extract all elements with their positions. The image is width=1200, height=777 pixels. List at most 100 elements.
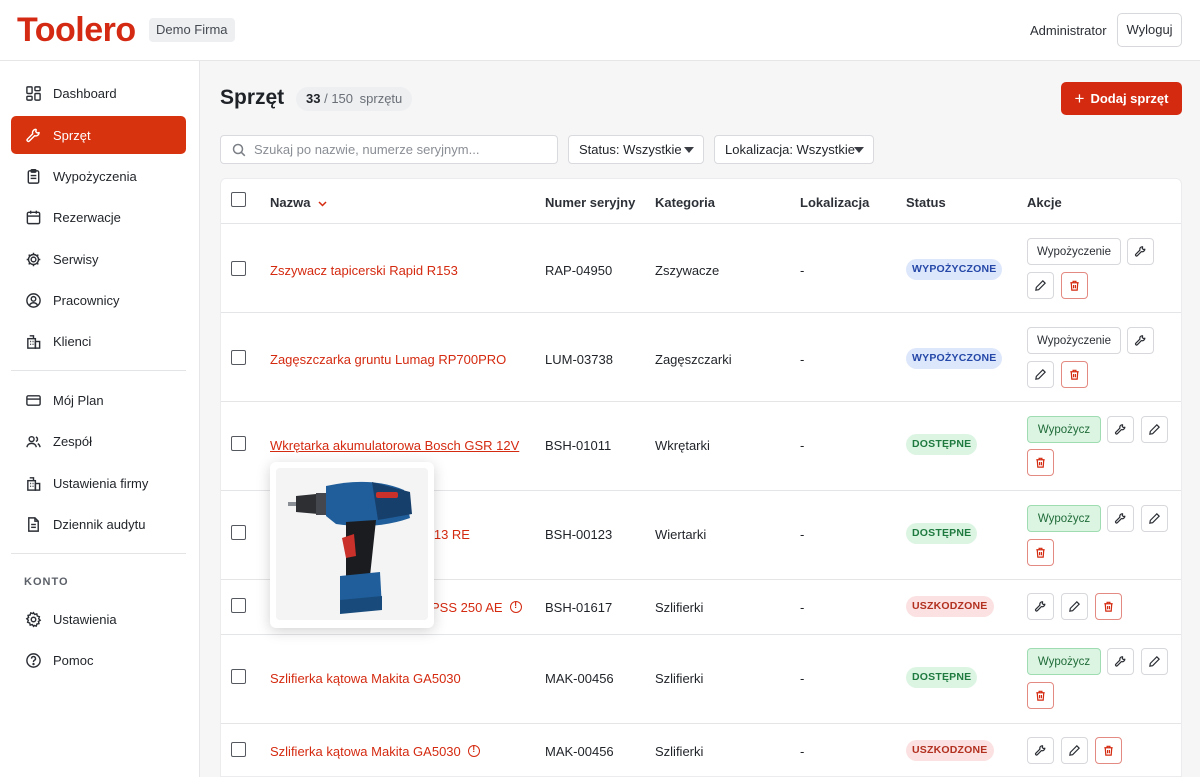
status-badge: USZKODZONE (906, 596, 994, 617)
sidebar-item-label: Pomoc (53, 652, 94, 668)
delete-button[interactable] (1061, 272, 1088, 299)
row-checkbox[interactable] (231, 598, 246, 613)
sidebar-item-label: Wypożyczenia (53, 168, 137, 184)
equipment-name-link[interactable]: Wkrętarka akumulatorowa Bosch GSR 12V (270, 438, 519, 453)
column-header-status: Status (906, 195, 946, 210)
sidebar-item-services[interactable]: Serwisy (11, 240, 186, 278)
row-checkbox[interactable] (231, 261, 246, 276)
edit-button[interactable] (1027, 272, 1054, 299)
sidebar-item-label: Serwisy (53, 251, 99, 267)
sidebar-item-label: Klienci (53, 333, 92, 349)
sidebar-item-employees[interactable]: Pracownicy (11, 281, 186, 319)
logo[interactable]: Toolero (17, 11, 136, 50)
sidebar-item-my-plan[interactable]: Mój Plan (11, 381, 186, 419)
add-equipment-button[interactable]: + Dodaj sprzęt (1061, 82, 1182, 115)
rent-button[interactable]: Wypożycz (1027, 416, 1101, 443)
delete-button[interactable] (1095, 737, 1122, 764)
service-button[interactable] (1027, 737, 1054, 764)
sidebar: Dashboard Sprzęt Wypożyczenia Rezerwacje… (0, 61, 200, 777)
sidebar-divider (11, 553, 186, 554)
delete-button[interactable] (1027, 682, 1054, 709)
help-icon (24, 651, 42, 669)
sidebar-item-reservations[interactable]: Rezerwacje (11, 198, 186, 236)
service-button[interactable] (1127, 238, 1154, 265)
search-input[interactable] (254, 142, 544, 157)
service-button[interactable] (1107, 505, 1134, 532)
row-checkbox[interactable] (231, 669, 246, 684)
location: - (800, 600, 805, 615)
select-all-checkbox[interactable] (231, 192, 246, 207)
delete-button[interactable] (1095, 593, 1122, 620)
sidebar-item-equipment[interactable]: Sprzęt (11, 116, 186, 154)
delete-button[interactable] (1027, 539, 1054, 566)
edit-button[interactable] (1141, 648, 1168, 675)
sidebar-item-label: Dziennik audytu (53, 516, 146, 532)
count-shown: 33 (306, 91, 321, 106)
service-button[interactable] (1107, 416, 1134, 443)
row-checkbox[interactable] (231, 436, 246, 451)
category: Szlifierki (655, 600, 704, 615)
status-filter[interactable]: Status: Wszystkie (568, 135, 704, 164)
edit-button[interactable] (1141, 416, 1168, 443)
row-checkbox[interactable] (231, 525, 246, 540)
section-label-account: KONTO (24, 576, 69, 588)
credit-card-icon (24, 391, 42, 409)
equipment-name-link[interactable]: Zszywacz tapicerski Rapid R153 (270, 263, 458, 278)
rent-button[interactable]: Wypożycz (1027, 648, 1101, 675)
service-button[interactable] (1027, 593, 1054, 620)
users-icon (24, 432, 42, 450)
edit-button[interactable] (1027, 361, 1054, 388)
column-header-category: Kategoria (655, 195, 715, 210)
equipment-name-link[interactable]: Szlifierka kątowa Makita GA5030 (270, 671, 461, 686)
sidebar-item-clients[interactable]: Klienci (11, 322, 186, 360)
chevron-down-icon (318, 201, 327, 207)
rent-button[interactable]: Wypożycz (1027, 505, 1101, 532)
table-row: Szlifierka kątowa Makita GA5030 MAK-0045… (221, 635, 1181, 724)
sidebar-item-team[interactable]: Zespół (11, 422, 186, 460)
clipboard-icon (24, 167, 42, 185)
equipment-image-preview (270, 462, 434, 628)
row-checkbox[interactable] (231, 742, 246, 757)
building-icon (24, 332, 42, 350)
edit-button[interactable] (1061, 593, 1088, 620)
column-header-name[interactable]: Nazwa (270, 195, 327, 210)
pencil-icon (1149, 424, 1160, 435)
sidebar-item-rentals[interactable]: Wypożyczenia (11, 157, 186, 195)
equipment-name-link[interactable]: Zagęszczarka gruntu Lumag RP700PRO (270, 352, 506, 367)
sidebar-item-audit-log[interactable]: Dziennik audytu (11, 505, 186, 543)
trash-icon (1104, 745, 1113, 756)
table-header: Nazwa Numer seryjny Kategoria Lokalizacj… (221, 179, 1181, 224)
logout-button[interactable]: Wyloguj (1117, 13, 1182, 47)
delete-button[interactable] (1027, 449, 1054, 476)
warning-icon (509, 600, 522, 613)
sidebar-item-company-settings[interactable]: Ustawienia firmy (11, 464, 186, 502)
location-filter[interactable]: Lokalizacja: Wszystkie (714, 135, 874, 164)
wrench-icon (24, 126, 42, 144)
service-button[interactable] (1107, 648, 1134, 675)
status-badge: DOSTĘPNE (906, 667, 978, 688)
edit-button[interactable] (1061, 737, 1088, 764)
status-filter-value: Status: Wszystkie (579, 142, 682, 157)
rental-details-button[interactable]: Wypożyczenie (1027, 238, 1121, 265)
sidebar-item-label: Dashboard (53, 85, 117, 101)
location: - (800, 671, 805, 686)
equipment-name-link[interactable]: PSS 250 AE (431, 600, 522, 615)
sidebar-item-label: Rezerwacje (53, 209, 121, 225)
sidebar-item-dashboard[interactable]: Dashboard (11, 74, 186, 112)
search-icon (232, 143, 246, 156)
service-button[interactable] (1127, 327, 1154, 354)
equipment-name-link[interactable]: Szlifierka kątowa Makita GA5030 (270, 744, 480, 759)
edit-button[interactable] (1141, 505, 1168, 532)
sidebar-item-help[interactable]: Pomoc (11, 641, 186, 679)
sidebar-divider (11, 370, 186, 371)
sidebar-item-settings[interactable]: Ustawienia (11, 600, 186, 638)
cog-icon (24, 250, 42, 268)
status-badge: WYPOŻYCZONE (906, 348, 1003, 369)
search-box[interactable] (220, 135, 558, 164)
row-checkbox[interactable] (231, 350, 246, 365)
drill-image (276, 468, 428, 620)
delete-button[interactable] (1061, 361, 1088, 388)
column-header-actions: Akcje (1027, 195, 1062, 210)
rental-details-button[interactable]: Wypożyczenie (1027, 327, 1121, 354)
pencil-icon (1149, 513, 1160, 524)
